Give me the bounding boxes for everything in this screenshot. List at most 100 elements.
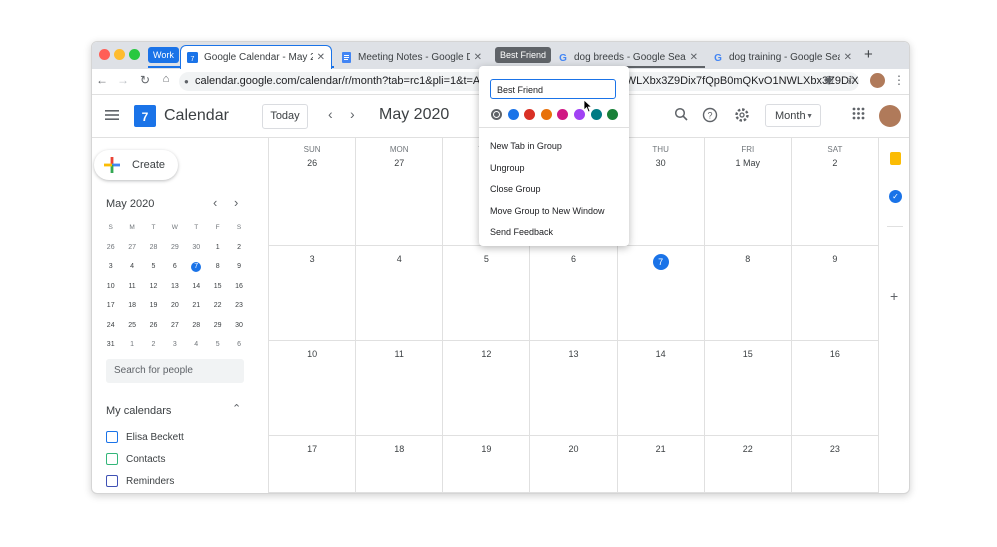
group-menu-item[interactable]: Ungroup: [490, 163, 525, 173]
help-icon[interactable]: ?: [701, 107, 719, 125]
group-menu-item[interactable]: Close Group: [490, 184, 541, 194]
month-day-cell[interactable]: 20: [530, 436, 618, 493]
forward-arrow-icon[interactable]: →: [116, 73, 130, 87]
day-number[interactable]: 11: [395, 349, 404, 359]
mini-day[interactable]: 2: [143, 341, 164, 348]
mini-day[interactable]: 28: [186, 322, 207, 329]
close-tab-icon[interactable]: ✕: [317, 52, 325, 63]
close-tab-icon[interactable]: ✕: [474, 52, 482, 63]
prev-month-icon[interactable]: ‹: [328, 106, 333, 122]
search-icon[interactable]: [672, 107, 690, 125]
month-day-cell[interactable]: 15: [704, 341, 792, 436]
day-number[interactable]: 2: [832, 158, 837, 168]
calendar-item[interactable]: Contacts: [106, 453, 165, 465]
mini-day[interactable]: 16: [228, 283, 249, 290]
month-day-cell[interactable]: SUN 26: [269, 138, 357, 246]
month-day-cell[interactable]: 11: [356, 341, 444, 436]
month-day-cell[interactable]: 22: [704, 436, 792, 493]
mini-day[interactable]: 15: [207, 283, 228, 290]
mini-next-icon[interactable]: ›: [234, 195, 238, 210]
day-number[interactable]: 21: [656, 444, 666, 454]
mini-day[interactable]: 3: [164, 341, 185, 348]
back-arrow-icon[interactable]: ←: [95, 73, 109, 87]
month-day-cell[interactable]: 6: [530, 246, 618, 341]
day-number[interactable]: 10: [307, 349, 317, 359]
month-day-cell[interactable]: 9: [791, 246, 879, 341]
mini-day[interactable]: 4: [186, 341, 207, 348]
mini-day[interactable]: 26: [100, 244, 121, 251]
mini-prev-icon[interactable]: ‹: [213, 195, 217, 210]
mini-day[interactable]: 21: [186, 302, 207, 309]
mini-day[interactable]: 23: [228, 302, 249, 309]
mini-day[interactable]: 10: [100, 283, 121, 290]
mini-day[interactable]: 26: [143, 322, 164, 329]
mini-day[interactable]: 25: [121, 322, 142, 329]
mini-day[interactable]: 13: [164, 283, 185, 290]
tab-google-calendar[interactable]: 7 Google Calendar - May 2020 ✕: [180, 45, 332, 69]
month-day-cell[interactable]: MON 27: [356, 138, 444, 246]
day-number[interactable]: 7: [652, 254, 669, 270]
mini-day[interactable]: 1: [121, 341, 142, 348]
month-day-cell[interactable]: 3: [269, 246, 357, 341]
add-addon-icon[interactable]: +: [890, 288, 898, 304]
mini-day[interactable]: 8: [207, 263, 228, 270]
calendar-checkbox[interactable]: [106, 453, 118, 465]
calendar-item[interactable]: Reminders: [106, 475, 174, 487]
month-day-cell[interactable]: 19: [443, 436, 531, 493]
month-day-cell[interactable]: 14: [617, 341, 705, 436]
month-day-cell[interactable]: 12: [443, 341, 531, 436]
mini-day[interactable]: 24: [100, 322, 121, 329]
month-day-cell[interactable]: 18: [356, 436, 444, 493]
day-number[interactable]: 6: [571, 254, 576, 264]
day-number[interactable]: 27: [394, 158, 404, 168]
day-number[interactable]: 26: [307, 158, 317, 168]
group-menu-item[interactable]: Move Group to New Window: [490, 206, 605, 216]
mini-day[interactable]: 1: [207, 244, 228, 251]
account-avatar[interactable]: [879, 105, 901, 127]
group-color-swatch[interactable]: [524, 109, 536, 120]
today-button[interactable]: Today: [262, 104, 308, 129]
tab-dog-training[interactable]: G dog training - Google Search ✕: [706, 45, 858, 69]
group-menu-item[interactable]: New Tab in Group: [490, 141, 562, 151]
main-menu-icon[interactable]: [105, 109, 119, 121]
month-day-cell[interactable]: 23: [791, 436, 879, 493]
zoom-window-button[interactable]: [129, 49, 140, 60]
day-number[interactable]: 1 May: [736, 158, 761, 168]
month-day-cell[interactable]: 8: [704, 246, 792, 341]
day-number[interactable]: 17: [307, 444, 317, 454]
browser-menu-icon[interactable]: ⋮: [892, 73, 906, 87]
close-window-button[interactable]: [99, 49, 110, 60]
day-number[interactable]: 19: [481, 444, 491, 454]
group-color-swatch[interactable]: [491, 109, 502, 120]
mini-day[interactable]: 18: [121, 302, 142, 309]
day-number[interactable]: 16: [830, 349, 840, 359]
day-number[interactable]: 14: [656, 349, 666, 359]
day-number[interactable]: 5: [484, 254, 489, 264]
mini-day[interactable]: 27: [164, 322, 185, 329]
day-number[interactable]: 8: [745, 254, 750, 264]
group-color-swatch[interactable]: [557, 109, 569, 120]
calendar-item[interactable]: Elisa Beckett: [106, 431, 184, 443]
month-day-cell[interactable]: 21: [617, 436, 705, 493]
bookmark-star-icon[interactable]: ☆: [844, 73, 858, 87]
day-number[interactable]: 22: [743, 444, 753, 454]
month-day-cell[interactable]: FRI 1 May: [704, 138, 792, 246]
mini-day[interactable]: 2: [228, 244, 249, 251]
day-number[interactable]: 15: [743, 349, 753, 359]
month-day-cell[interactable]: 16: [791, 341, 879, 436]
tab-group-work-chip[interactable]: Work: [148, 47, 179, 63]
mini-day[interactable]: 30: [186, 244, 207, 251]
month-day-cell[interactable]: 5: [443, 246, 531, 341]
mini-day[interactable]: 17: [100, 302, 121, 309]
month-day-cell[interactable]: 4: [356, 246, 444, 341]
group-color-swatch[interactable]: [507, 109, 519, 120]
mini-day[interactable]: 3: [100, 263, 121, 270]
mini-day[interactable]: 14: [186, 283, 207, 290]
day-number[interactable]: 30: [656, 158, 666, 168]
month-day-cell[interactable]: THU 30: [617, 138, 705, 246]
calendar-checkbox[interactable]: [106, 475, 118, 487]
mini-day[interactable]: 29: [164, 244, 185, 251]
month-day-cell[interactable]: 7: [617, 246, 705, 341]
month-day-cell[interactable]: 10: [269, 341, 357, 436]
day-number[interactable]: 23: [830, 444, 840, 454]
